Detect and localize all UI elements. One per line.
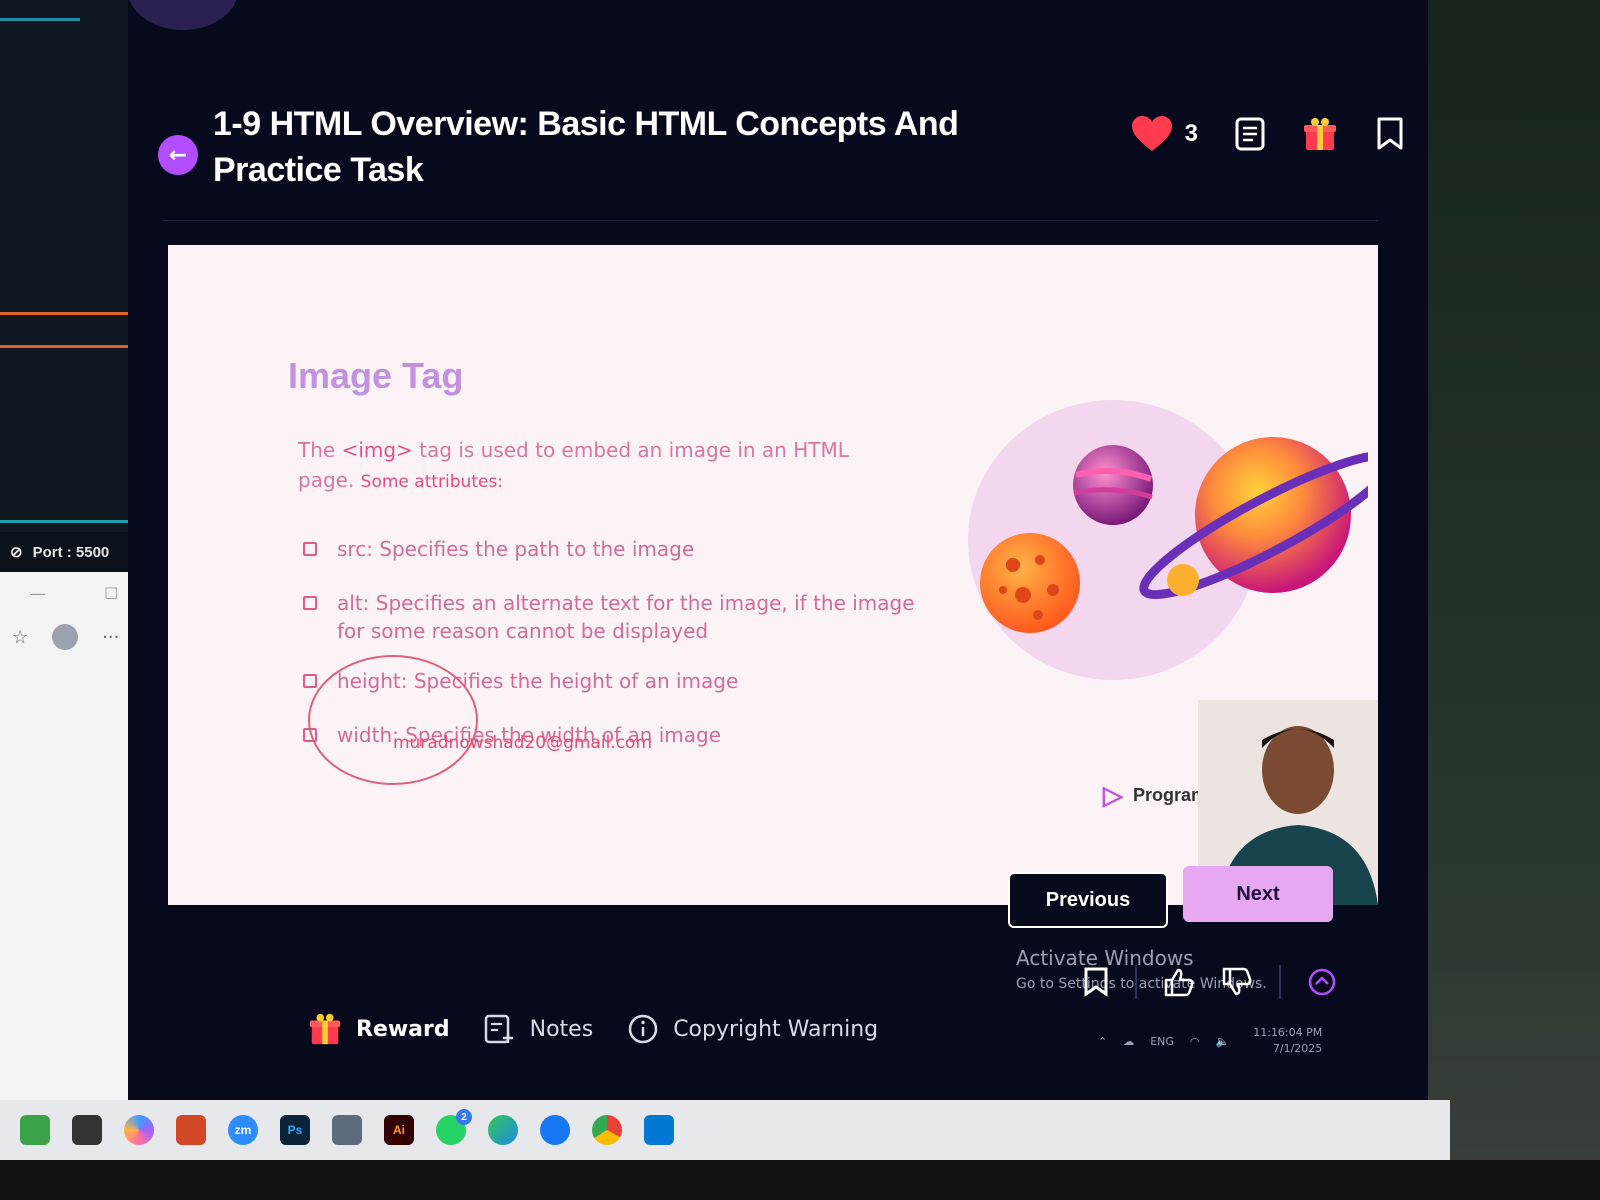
monitor-bezel [0, 1160, 1600, 1200]
lesson-slide: Image Tag The <img> tag is used to embed… [168, 245, 1378, 905]
heart-icon [1131, 116, 1172, 151]
facebook-icon[interactable] [540, 1115, 570, 1145]
profile-avatar[interactable] [128, 0, 238, 30]
notes-add-icon [484, 1014, 513, 1044]
bookmark-icon[interactable] [1083, 967, 1109, 997]
notification-badge: 2 [456, 1109, 472, 1125]
system-tray: ⌃ ☁ ENG ◠ 🔈 11:16:04 PM 7/1/2025 [1098, 1025, 1398, 1057]
onedrive-icon[interactable]: ☁ [1123, 1035, 1134, 1048]
copyright-label: Copyright Warning [673, 1016, 879, 1042]
chrome-icon[interactable] [592, 1115, 622, 1145]
taskbar: zm Ps Ai 2 [0, 1100, 1450, 1160]
copilot-icon[interactable] [124, 1115, 154, 1145]
maximize-icon[interactable]: ☐ [104, 584, 118, 603]
zoom-label: zm [234, 1123, 252, 1137]
previous-button[interactable]: Previous [1008, 872, 1168, 928]
clock-date: 7/1/2025 [1272, 1042, 1323, 1055]
chevron-up-icon[interactable] [1307, 967, 1337, 997]
photoshop-icon[interactable]: Ps [280, 1115, 310, 1145]
photoshop-label: Ps [287, 1123, 303, 1137]
profile-avatar[interactable] [52, 624, 79, 650]
back-button[interactable]: ← [158, 135, 198, 175]
gift-icon[interactable] [1302, 116, 1338, 152]
lesson-header: ← 1-9 HTML Overview: Basic HTML Concepts… [158, 95, 1408, 215]
volume-icon[interactable]: 🔈 [1216, 1035, 1230, 1048]
bookmark-icon[interactable] [1372, 116, 1408, 152]
checkbox-icon [303, 674, 317, 688]
like-button[interactable]: 3 [1131, 115, 1198, 153]
zoom-icon[interactable]: zm [228, 1115, 258, 1145]
lesson-bottom-bar: Reward Notes Copyright Warning [308, 1012, 878, 1046]
checkbox-icon [303, 596, 317, 610]
play-logo-icon: ▷ [1103, 780, 1123, 810]
desk-background [1428, 0, 1600, 1200]
notes-label: Notes [529, 1016, 594, 1042]
intro-tag: <img> [341, 438, 413, 462]
reward-label: Reward [356, 1016, 450, 1042]
copyright-warning-button[interactable]: Copyright Warning [627, 1013, 878, 1045]
divider [1279, 965, 1281, 999]
hand-drawn-annotation [308, 655, 478, 785]
powerpoint-icon[interactable] [176, 1115, 206, 1145]
header-actions: 3 [1131, 115, 1408, 153]
reward-button[interactable]: Reward [308, 1012, 450, 1046]
port-label: Port : 5500 [32, 543, 110, 561]
qr-app-icon[interactable] [72, 1115, 102, 1145]
watermark-email: muradnowshad20@gmail.com [393, 733, 653, 753]
thumbs-up-icon[interactable] [1163, 967, 1195, 997]
notes-document-icon[interactable] [1232, 116, 1268, 152]
course-player: ← 1-9 HTML Overview: Basic HTML Concepts… [128, 0, 1428, 1135]
list-item: src: Specifies the path to the image [303, 535, 923, 563]
header-divider [163, 220, 1378, 221]
attribute-text: src: Specifies the path to the image [337, 537, 695, 561]
chevron-up-icon[interactable]: ⌃ [1098, 1035, 1107, 1048]
calculator-icon[interactable] [332, 1115, 362, 1145]
intro-subtext: Some attributes: [360, 472, 504, 492]
divider [1135, 965, 1137, 999]
info-icon [628, 1014, 658, 1044]
attribute-text: alt: Specifies an alternate text for the… [337, 591, 915, 643]
clock-time: 11:16:04 PM [1253, 1026, 1323, 1039]
no-entry-icon: ⊘ [10, 544, 23, 561]
planets-illustration [980, 437, 1368, 633]
favorites-star-icon[interactable]: ☆ [12, 627, 28, 648]
list-item: alt: Specifies an alternate text for the… [303, 589, 923, 645]
like-count: 3 [1184, 120, 1198, 147]
language-indicator[interactable]: ENG [1150, 1035, 1174, 1048]
more-options-icon[interactable]: ··· [102, 627, 119, 648]
next-button[interactable]: Next [1183, 866, 1333, 922]
lesson-title: 1-9 HTML Overview: Basic HTML Concepts A… [213, 105, 959, 189]
edge-icon[interactable] [488, 1115, 518, 1145]
intro-prefix: The [298, 438, 342, 462]
editor-accent-line [0, 312, 135, 315]
feedback-toolbar [1083, 965, 1337, 999]
arrow-left-icon: ← [168, 142, 188, 168]
wifi-icon[interactable]: ◠ [1190, 1035, 1200, 1048]
thumbs-down-icon[interactable] [1221, 967, 1253, 997]
minimize-icon[interactable]: — [30, 584, 46, 603]
illustrator-icon[interactable]: Ai [384, 1115, 414, 1145]
vscode-icon[interactable] [644, 1115, 674, 1145]
editor-accent-line [0, 345, 135, 348]
minecraft-icon[interactable] [20, 1115, 50, 1145]
checkbox-icon [303, 542, 317, 556]
clock[interactable]: 11:16:04 PM 7/1/2025 [1253, 1025, 1322, 1057]
slide-intro: The <img> tag is used to embed an image … [298, 435, 898, 497]
editor-accent-line [0, 18, 80, 21]
slide-heading: Image Tag [288, 355, 464, 396]
gift-icon [309, 1013, 341, 1045]
illustrator-label: Ai [393, 1123, 405, 1137]
notes-button[interactable]: Notes [484, 1013, 594, 1045]
whatsapp-icon[interactable]: 2 [436, 1109, 472, 1145]
